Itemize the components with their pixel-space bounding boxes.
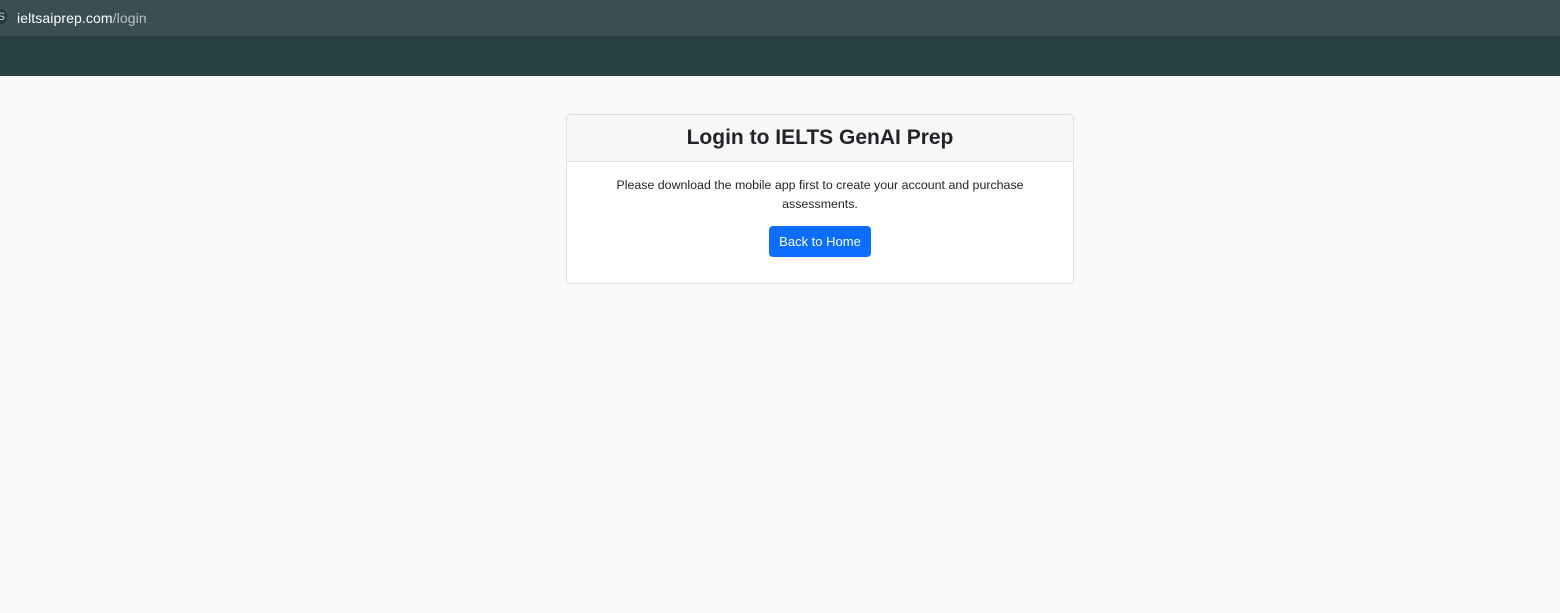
url-path: /login [112,10,147,26]
browser-address-bar[interactable]: S ieltsaiprep.com/login [0,0,1560,36]
card-header: Login to IELTS GenAI Prep [567,115,1073,162]
back-to-home-button[interactable]: Back to Home [769,226,871,257]
url-text[interactable]: ieltsaiprep.com/login [17,10,147,26]
site-info-icon[interactable]: S [0,9,7,25]
login-card: Login to IELTS GenAI Prep Please downloa… [566,114,1074,284]
top-navbar [0,36,1560,76]
url-domain: ieltsaiprep.com [17,10,113,26]
page-title: Login to IELTS GenAI Prep [686,126,954,149]
info-message: Please download the mobile app first to … [616,178,1024,211]
card-body: Please download the mobile app first to … [567,162,1073,257]
